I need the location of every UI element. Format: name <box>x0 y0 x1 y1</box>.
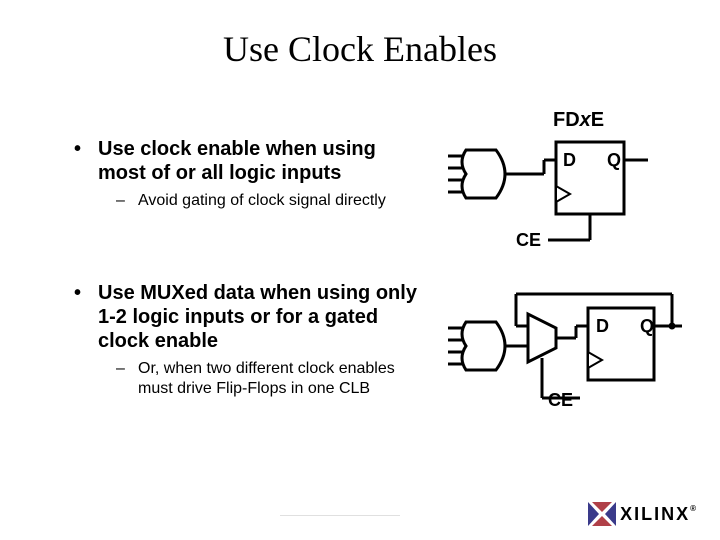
slide: Use Clock Enables • Use clock enable whe… <box>0 0 720 540</box>
ce-label-1: CE <box>516 230 541 251</box>
bullet-2-line3: clock enable <box>98 330 218 353</box>
fdxe-post: E <box>591 109 604 131</box>
d-label-2: D <box>596 316 609 337</box>
registered-mark: ® <box>690 504 698 513</box>
subbullet-marker: – <box>116 360 125 378</box>
d-label-1: D <box>563 150 576 171</box>
q-label-1: Q <box>607 150 621 171</box>
subbullet-marker: – <box>116 192 125 210</box>
xilinx-logo-icon <box>588 502 616 526</box>
fdxe-label: FDxE <box>553 109 604 132</box>
bullet-2-sub-line2: must drive Flip-Flops in one CLB <box>138 380 370 398</box>
bullet-2-sub-line1: Or, when two different clock enables <box>138 360 395 378</box>
footer-divider <box>280 515 400 516</box>
fdxe-x: x <box>580 109 591 131</box>
bullet-marker: • <box>74 138 81 161</box>
bullet-2-line2: 1-2 logic inputs or for a gated <box>98 306 378 329</box>
slide-title: Use Clock Enables <box>0 28 720 70</box>
xilinx-logo: XILINX® <box>588 502 698 526</box>
bullet-1-sub: Avoid gating of clock signal directly <box>138 192 386 210</box>
bullet-2-line1: Use MUXed data when using only <box>98 282 417 305</box>
xilinx-logo-text: XILINX® <box>620 504 698 525</box>
fdxe-pre: FD <box>553 109 580 131</box>
ce-label-2: CE <box>548 390 573 411</box>
q-label-2: Q <box>640 316 654 337</box>
bullet-marker: • <box>74 282 81 305</box>
bullet-1-line1: Use clock enable when using <box>98 138 376 161</box>
bullet-1-line2: most of or all logic inputs <box>98 162 341 185</box>
